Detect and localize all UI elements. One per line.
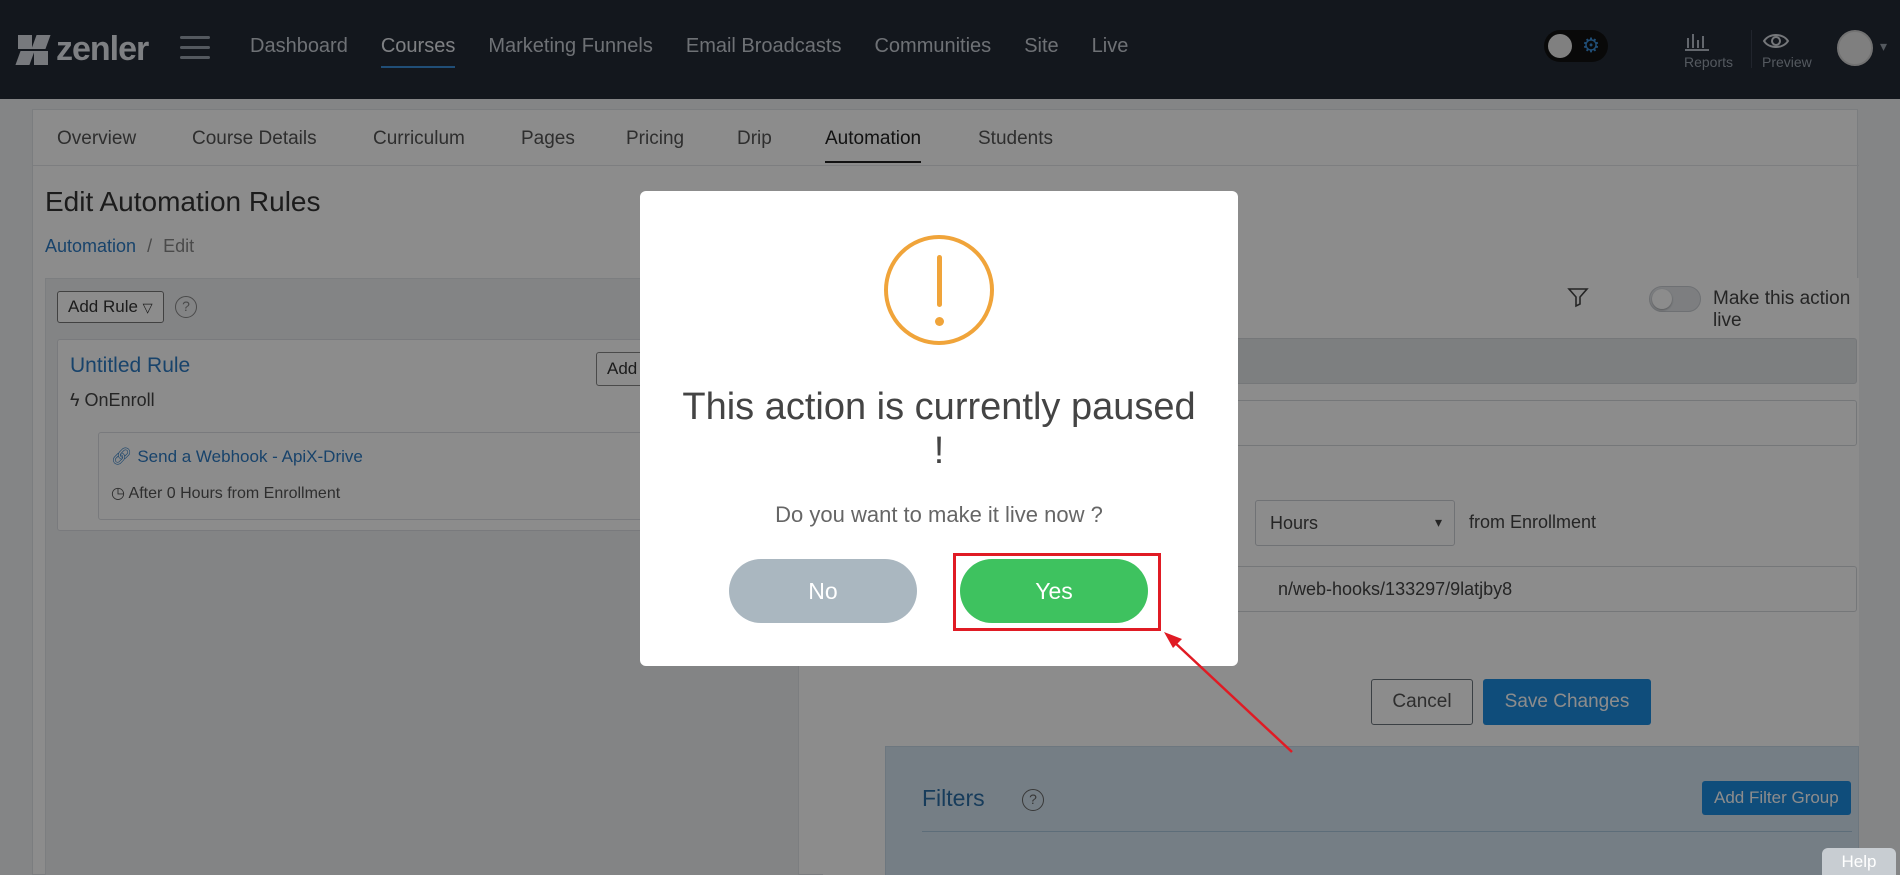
warning-icon — [884, 235, 994, 345]
no-button[interactable]: No — [729, 559, 917, 623]
highlight-box — [953, 553, 1161, 631]
dialog-title: This action is currently paused ! — [682, 386, 1196, 472]
dialog-message: Do you want to make it live now ? — [775, 502, 1103, 527]
help-tab[interactable]: Help — [1822, 848, 1896, 875]
